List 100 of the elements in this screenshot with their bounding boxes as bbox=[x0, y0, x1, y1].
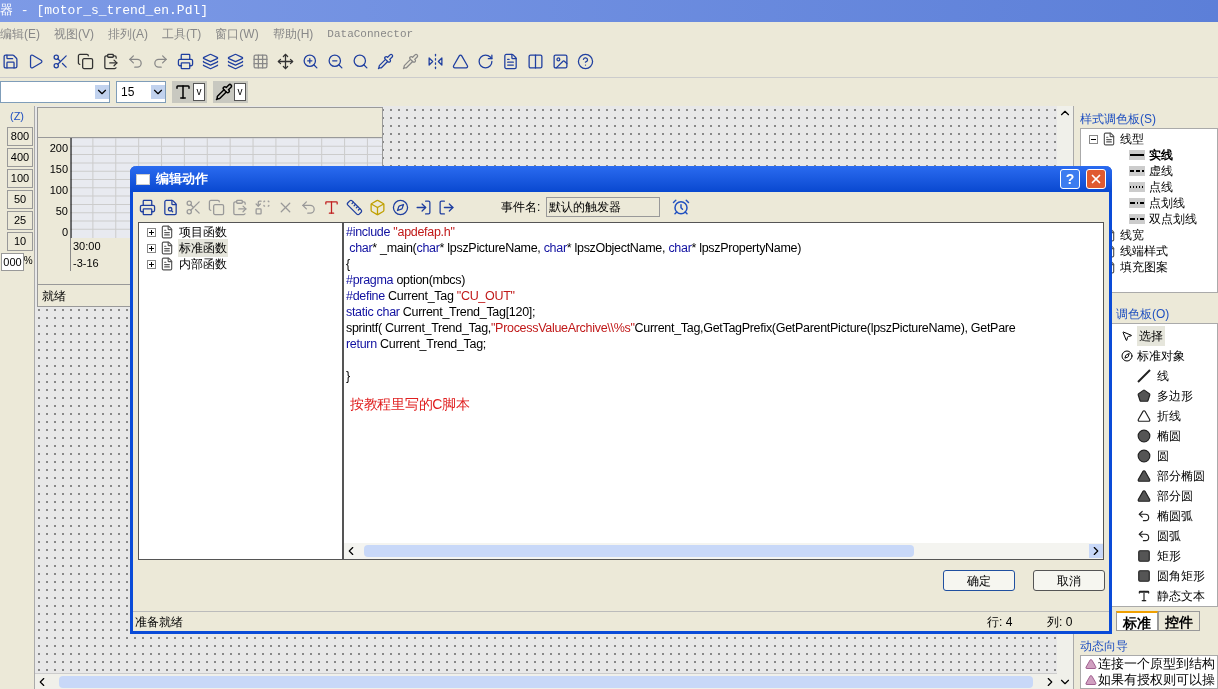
picture-icon[interactable] bbox=[552, 53, 569, 70]
help-icon[interactable] bbox=[577, 53, 594, 70]
panel-title: 调色板(O) bbox=[1116, 305, 1170, 323]
list-item[interactable]: 连接一个原型到结构 bbox=[1098, 656, 1215, 672]
printer-icon[interactable] bbox=[177, 53, 194, 70]
tree-item[interactable]: 双点划线 bbox=[1149, 210, 1197, 228]
zoom-button[interactable]: 400 bbox=[7, 147, 33, 167]
scroll-right-icon[interactable] bbox=[1089, 544, 1103, 558]
dropdown-icon bbox=[151, 85, 165, 99]
redo-icon[interactable] bbox=[152, 53, 169, 70]
paste-icon[interactable] bbox=[102, 53, 119, 70]
color-dropdown-button[interactable]: v bbox=[193, 83, 205, 101]
ellipse-icon bbox=[1137, 428, 1151, 443]
flip-icon[interactable] bbox=[427, 53, 444, 70]
list-item[interactable]: 选择 bbox=[1137, 325, 1165, 346]
list-item[interactable]: 圆 bbox=[1157, 445, 1169, 466]
tree-item[interactable]: 填充图案 bbox=[1120, 258, 1168, 276]
save-icon[interactable] bbox=[2, 53, 19, 70]
tab[interactable]: 标准 bbox=[1116, 611, 1158, 631]
pen-color-icon[interactable] bbox=[215, 83, 233, 101]
zoom-in-icon[interactable] bbox=[302, 53, 319, 70]
tree-item[interactable]: 线端样式 bbox=[1120, 242, 1168, 260]
list-item[interactable]: 多边形 bbox=[1157, 385, 1193, 406]
copy-icon[interactable] bbox=[77, 53, 94, 70]
diagonal-line-icon bbox=[1137, 368, 1151, 383]
zoom-button[interactable]: 10 bbox=[7, 231, 33, 251]
event-name-field[interactable]: 默认的触发器 bbox=[546, 197, 661, 217]
axis-label: 50 bbox=[55, 204, 68, 219]
list-item[interactable]: 椭圆弧 bbox=[1157, 505, 1193, 526]
font-dropdown[interactable] bbox=[0, 81, 110, 103]
text-color-icon[interactable] bbox=[174, 83, 192, 101]
zoom-button[interactable]: 50 bbox=[7, 189, 33, 209]
zoom-button[interactable]: 25 bbox=[7, 210, 33, 230]
rotate-icon[interactable] bbox=[477, 53, 494, 70]
zoom-button[interactable]: 100 bbox=[7, 168, 33, 188]
play-icon[interactable] bbox=[27, 53, 44, 70]
date-label: -3-16 bbox=[73, 255, 99, 271]
list-item[interactable]: 线 bbox=[1157, 365, 1169, 386]
font-size-dropdown[interactable]: 15 bbox=[116, 81, 166, 103]
cut-icon[interactable] bbox=[52, 53, 69, 70]
layers-icon[interactable] bbox=[227, 53, 244, 70]
letters-icon[interactable] bbox=[323, 198, 340, 216]
export-icon[interactable] bbox=[438, 198, 455, 216]
list-item[interactable]: 折线 bbox=[1157, 405, 1181, 426]
list-item[interactable]: 椭圆 bbox=[1157, 425, 1181, 446]
tree-item[interactable]: 点线 bbox=[1149, 178, 1173, 196]
tree-item[interactable]: 虚线 bbox=[1149, 162, 1173, 180]
code-line: return Current_Trend_Tag; bbox=[346, 336, 488, 352]
tree-item[interactable]: 点划线 bbox=[1149, 194, 1185, 212]
compass-icon bbox=[1121, 349, 1133, 362]
list-item[interactable]: 静态文本 bbox=[1157, 585, 1205, 606]
tree-item[interactable]: 实线 bbox=[1149, 146, 1173, 164]
tree-item[interactable]: 内部函数 bbox=[178, 255, 228, 273]
tab[interactable]: 控件 bbox=[1158, 611, 1200, 631]
axis-label: 200 bbox=[49, 141, 68, 156]
cancel-button[interactable]: 取消 bbox=[1033, 570, 1105, 591]
undo-icon[interactable] bbox=[127, 53, 144, 70]
expand-icon[interactable] bbox=[147, 227, 156, 237]
color-dropdown-button[interactable]: v bbox=[234, 83, 246, 101]
list-item[interactable]: 部分圆 bbox=[1157, 485, 1193, 506]
tree-item[interactable]: 线宽 bbox=[1120, 226, 1144, 244]
printer-icon[interactable] bbox=[139, 198, 156, 216]
columns-icon[interactable] bbox=[527, 53, 544, 70]
ruler-icon[interactable] bbox=[346, 198, 363, 216]
close-button[interactable] bbox=[1086, 169, 1106, 189]
window-icon bbox=[136, 173, 150, 185]
pipette-icon[interactable] bbox=[377, 53, 394, 70]
layers-icon[interactable] bbox=[202, 53, 219, 70]
list-item[interactable]: 圆弧 bbox=[1157, 525, 1181, 546]
tree-item[interactable]: 项目函数 bbox=[178, 223, 228, 241]
list-item[interactable]: 圆角矩形 bbox=[1157, 565, 1205, 586]
zoom-field[interactable]: 000 bbox=[1, 252, 24, 271]
ok-button[interactable]: 确定 bbox=[943, 570, 1015, 591]
file-search-icon[interactable] bbox=[162, 198, 179, 216]
import-icon[interactable] bbox=[415, 198, 432, 216]
list-item[interactable]: 部分椭圆 bbox=[1157, 465, 1205, 486]
triangle-icon[interactable] bbox=[452, 53, 469, 70]
tree-item[interactable]: 线型 bbox=[1120, 130, 1144, 148]
list-item[interactable]: 矩形 bbox=[1157, 545, 1181, 566]
document-icon[interactable] bbox=[502, 53, 519, 70]
list-item[interactable]: 如果有授权则可以操 bbox=[1098, 672, 1215, 688]
expand-icon[interactable] bbox=[147, 243, 156, 253]
search-icon[interactable] bbox=[352, 53, 369, 70]
dialog-title: 编辑动作 bbox=[156, 170, 209, 189]
help-button[interactable]: ? bbox=[1060, 169, 1080, 189]
move-icon[interactable] bbox=[277, 53, 294, 70]
zoom-out-icon[interactable] bbox=[327, 53, 344, 70]
grid-icon[interactable] bbox=[252, 53, 269, 70]
axis-label: 150 bbox=[49, 162, 68, 177]
collapse-icon[interactable] bbox=[1089, 134, 1098, 144]
zoom-button[interactable]: 800 bbox=[7, 126, 33, 146]
compass-icon[interactable] bbox=[392, 198, 409, 216]
axis-label: 0 bbox=[61, 225, 68, 240]
list-item[interactable]: 标准对象 bbox=[1137, 345, 1185, 366]
expand-icon[interactable] bbox=[147, 259, 156, 269]
pointer-icon bbox=[1121, 329, 1133, 342]
alarm-clock-icon[interactable] bbox=[672, 198, 691, 216]
tree-item[interactable]: 标准函数 bbox=[178, 239, 228, 257]
horizontal-scrollbar[interactable] bbox=[344, 543, 1103, 559]
horizontal-scrollbar[interactable] bbox=[35, 673, 1057, 689]
